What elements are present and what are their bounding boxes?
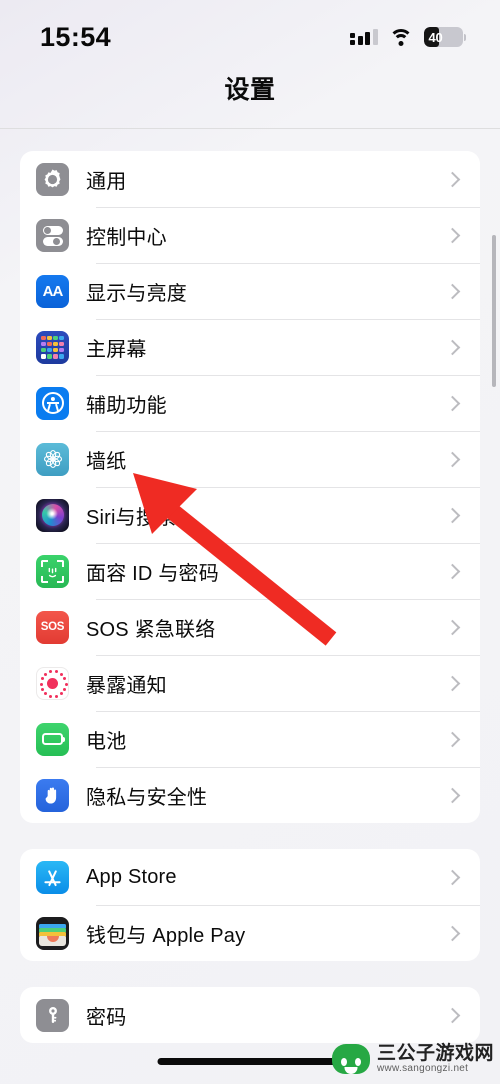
settings-row[interactable]: 控制中心 xyxy=(20,207,480,263)
settings-row[interactable]: 隐私与安全性 xyxy=(20,767,480,823)
settings-group: 密码 xyxy=(20,987,480,1043)
settings-row-label: SOS 紧急联络 xyxy=(86,618,216,641)
settings-row[interactable]: 密码 xyxy=(20,987,480,1043)
wallpaper-icon xyxy=(36,442,69,476)
settings-row[interactable]: 电池 xyxy=(20,711,480,767)
settings-row[interactable]: AA 显示与亮度 xyxy=(20,263,480,319)
display-brightness-icon: AA xyxy=(36,274,69,308)
settings-row-label: 显示与亮度 xyxy=(86,282,187,305)
page-title: 设置 xyxy=(224,76,276,104)
status-bar: 15:54 40 xyxy=(0,0,500,62)
settings-row-label: 控制中心 xyxy=(86,226,167,249)
settings-row[interactable]: 暴露通知 xyxy=(20,655,480,711)
status-bar-clock: 15:54 xyxy=(40,21,112,52)
app-store-icon xyxy=(36,860,69,894)
chevron-right-icon xyxy=(444,731,461,747)
settings-row[interactable]: SOS SOS 紧急联络 xyxy=(20,599,480,655)
settings-group: 通用控制中心 AA 显示与亮度主屏幕辅助功能墙纸 Siri与搜索面容 ID 与密码 SO… xyxy=(20,151,480,823)
chevron-right-icon xyxy=(444,925,461,941)
settings-row-label: Siri与搜索 xyxy=(86,506,177,529)
settings-row[interactable]: Siri与搜索 xyxy=(20,487,480,543)
settings-row-label: 电池 xyxy=(86,730,127,753)
settings-row-label: 钱包与 Apple Pay xyxy=(86,924,246,947)
watermark-title: 三公子游戏网 xyxy=(376,1042,494,1064)
battery-icon: 40 xyxy=(423,27,466,47)
watermark-logo-icon xyxy=(331,1043,370,1074)
accessibility-icon xyxy=(36,386,69,420)
siri-icon xyxy=(36,498,69,532)
exposure-notification-icon xyxy=(36,666,69,700)
home-screen-icon xyxy=(36,330,69,364)
settings-row[interactable]: 墙纸 xyxy=(20,431,480,487)
chevron-right-icon xyxy=(444,787,461,803)
chevron-right-icon xyxy=(444,1007,461,1023)
battery-settings-icon xyxy=(36,722,69,756)
battery-level-label: 40 xyxy=(428,29,443,45)
key-icon xyxy=(36,998,69,1032)
chevron-right-icon xyxy=(444,675,461,691)
settings-row[interactable]: 主屏幕 xyxy=(20,319,480,375)
settings-row-label: 暴露通知 xyxy=(86,674,167,697)
gear-icon xyxy=(36,162,69,196)
chevron-right-icon xyxy=(444,563,461,579)
chevron-right-icon xyxy=(444,339,461,355)
wallet-icon xyxy=(36,916,69,950)
status-bar-indicators: 40 xyxy=(350,27,466,47)
settings-row[interactable]: 通用 xyxy=(20,151,480,207)
settings-group: App Store 钱包与 Apple Pay xyxy=(20,849,480,961)
settings-scroll-area[interactable]: 通用控制中心 AA 显示与亮度主屏幕辅助功能墙纸 Siri与搜索面容 ID 与密码 SO… xyxy=(0,129,500,1079)
settings-row-label: 主屏幕 xyxy=(86,338,147,361)
settings-row[interactable]: 面容 ID 与密码 xyxy=(20,543,480,599)
face-id-icon xyxy=(36,554,69,588)
chevron-right-icon xyxy=(444,451,461,467)
privacy-hand-icon xyxy=(36,778,69,812)
chevron-right-icon xyxy=(444,283,461,299)
watermark: 三公子游戏网 www.sangongzi.net xyxy=(331,1042,494,1074)
settings-row-label: 密码 xyxy=(86,1006,127,1029)
settings-row-label: App Store xyxy=(86,865,177,888)
settings-row-label: 隐私与安全性 xyxy=(86,786,208,809)
settings-row-label: 辅助功能 xyxy=(86,394,167,417)
chevron-right-icon xyxy=(444,395,461,411)
watermark-url: www.sangongzi.net xyxy=(376,1062,469,1074)
sos-icon: SOS xyxy=(36,610,69,644)
settings-row[interactable]: App Store xyxy=(20,849,480,905)
chevron-right-icon xyxy=(444,507,461,523)
settings-row-label: 面容 ID 与密码 xyxy=(86,562,219,585)
settings-row[interactable]: 钱包与 Apple Pay xyxy=(20,905,480,961)
iphone-settings-screen: 15:54 40 设置 通用控制中心 AA 显示与亮度主屏幕辅助功能墙纸 Siri与搜… xyxy=(0,0,500,1084)
chevron-right-icon xyxy=(444,869,461,885)
cellular-signal-icon xyxy=(350,29,378,45)
control-center-icon xyxy=(36,218,69,252)
chevron-right-icon xyxy=(444,171,461,187)
chevron-right-icon xyxy=(444,227,461,243)
settings-row[interactable]: 辅助功能 xyxy=(20,375,480,431)
home-indicator[interactable] xyxy=(157,1058,343,1065)
settings-row-label: 通用 xyxy=(86,170,127,193)
scrollbar[interactable] xyxy=(492,235,496,387)
settings-row-label: 墙纸 xyxy=(86,450,127,473)
wifi-icon xyxy=(388,28,413,46)
chevron-right-icon xyxy=(444,619,461,635)
